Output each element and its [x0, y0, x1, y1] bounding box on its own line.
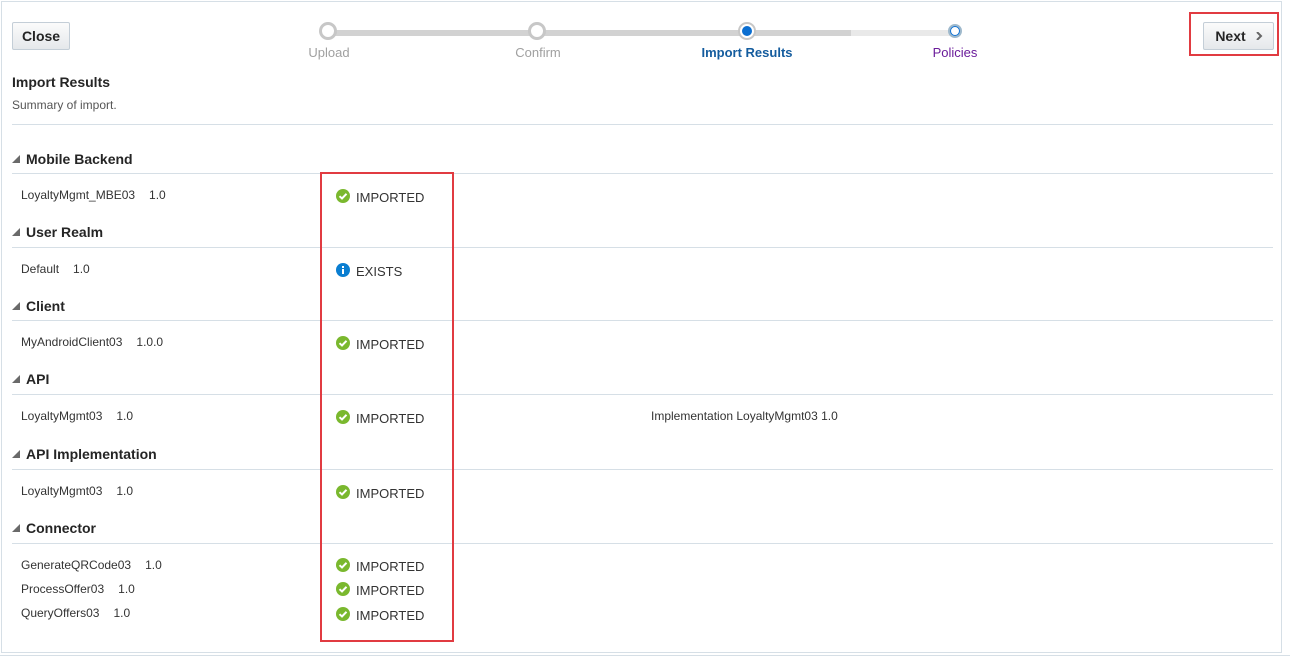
- next-button-label: Next: [1215, 28, 1246, 44]
- check-circle-icon: [336, 582, 350, 596]
- status-badge: IMPORTED: [336, 410, 424, 426]
- section-title: Mobile Backend: [26, 151, 133, 167]
- close-button[interactable]: Close: [12, 22, 70, 50]
- status-text: IMPORTED: [356, 190, 425, 205]
- status-text: IMPORTED: [356, 559, 425, 574]
- item-version: 1.0: [145, 558, 162, 572]
- status-text: IMPORTED: [356, 411, 425, 426]
- train-progress-track: [328, 30, 851, 36]
- section-client[interactable]: Client: [12, 298, 65, 314]
- page-subtitle: Summary of import.: [12, 98, 117, 112]
- collapse-triangle-icon[interactable]: [12, 375, 20, 383]
- item-name: QueryOffers03: [21, 606, 100, 620]
- list-item: LoyaltyMgmt_MBE03 1.0: [21, 188, 166, 202]
- collapse-triangle-icon[interactable]: [12, 524, 20, 532]
- section-title: Client: [26, 298, 65, 314]
- check-circle-icon: [336, 485, 350, 499]
- bottom-divider: [0, 655, 1290, 656]
- section-title: API Implementation: [26, 446, 157, 462]
- list-item: ProcessOffer03 1.0: [21, 582, 135, 596]
- item-name: MyAndroidClient03: [21, 335, 123, 349]
- item-version: 1.0: [73, 262, 90, 276]
- header-divider: [12, 124, 1273, 125]
- section-api[interactable]: API: [12, 371, 49, 387]
- item-version: 1.0: [116, 409, 134, 423]
- status-text: IMPORTED: [356, 337, 425, 352]
- info-icon: [336, 263, 350, 277]
- status-text: EXISTS: [356, 264, 403, 279]
- check-circle-icon: [336, 607, 350, 621]
- item-name: LoyaltyMgmt03: [21, 409, 103, 423]
- check-circle-icon: [336, 410, 350, 424]
- check-circle-icon: [336, 558, 350, 572]
- section-divider: [12, 469, 1273, 470]
- item-name: ProcessOffer03: [21, 582, 105, 596]
- status-badge: IMPORTED: [336, 336, 424, 352]
- section-connector[interactable]: Connector: [12, 520, 96, 536]
- section-divider: [12, 394, 1273, 395]
- list-item: LoyaltyMgmt03 1.0: [21, 484, 133, 498]
- train-label-import-results: Import Results: [701, 45, 793, 60]
- check-circle-icon: [336, 189, 350, 203]
- item-version: 1.0.0: [136, 335, 164, 349]
- list-item: LoyaltyMgmt03 1.0: [21, 409, 133, 423]
- status-text: IMPORTED: [356, 608, 425, 623]
- section-divider: [12, 543, 1273, 544]
- status-text: IMPORTED: [356, 486, 425, 501]
- chevron-right-icon: [1256, 32, 1263, 40]
- status-text: IMPORTED: [356, 583, 425, 598]
- section-title: Connector: [26, 520, 96, 536]
- train-label-policies[interactable]: Policies: [885, 45, 1025, 60]
- section-divider: [12, 247, 1273, 248]
- list-item: Default 1.0: [21, 262, 90, 276]
- train-stop-upload[interactable]: [319, 22, 337, 40]
- train-label-confirm[interactable]: Confirm: [468, 45, 608, 60]
- item-detail: Implementation LoyaltyMgmt03 1.0: [651, 409, 838, 423]
- section-title: API: [26, 371, 50, 387]
- collapse-triangle-icon[interactable]: [12, 302, 20, 310]
- train-stop-confirm[interactable]: [528, 22, 546, 40]
- status-badge: EXISTS: [336, 263, 402, 279]
- item-version: 1.0: [118, 582, 135, 596]
- status-badge: IMPORTED: [336, 189, 424, 205]
- section-user-realm[interactable]: User Realm: [12, 224, 103, 240]
- check-circle-icon: [336, 336, 350, 350]
- collapse-triangle-icon[interactable]: [12, 155, 20, 163]
- collapse-triangle-icon[interactable]: [12, 228, 20, 236]
- item-name: LoyaltyMgmt03: [21, 484, 103, 498]
- item-name: GenerateQRCode03: [21, 558, 132, 572]
- list-item: MyAndroidClient03 1.0.0: [21, 335, 163, 349]
- section-mobile-backend[interactable]: Mobile Backend: [12, 151, 133, 167]
- train-stop-import-results: [738, 22, 756, 40]
- next-button[interactable]: Next: [1203, 22, 1274, 50]
- page-title: Import Results: [12, 74, 111, 90]
- train-remaining-track: [851, 30, 955, 36]
- collapse-triangle-icon[interactable]: [12, 450, 20, 458]
- status-badge: IMPORTED: [336, 558, 424, 574]
- status-badge: IMPORTED: [336, 485, 424, 501]
- section-api-implementation[interactable]: API Implementation: [12, 446, 157, 462]
- list-item: GenerateQRCode03 1.0: [21, 558, 162, 572]
- section-divider: [12, 320, 1273, 321]
- status-badge: IMPORTED: [336, 607, 424, 623]
- import-wizard-panel: [1, 1, 1282, 653]
- section-divider: [12, 173, 1273, 174]
- section-title: User Realm: [26, 224, 104, 240]
- item-version: 1.0: [113, 606, 131, 620]
- item-name: Default: [21, 262, 60, 276]
- train-label-upload[interactable]: Upload: [259, 45, 399, 60]
- status-badge: IMPORTED: [336, 582, 424, 598]
- item-version: 1.0: [116, 484, 134, 498]
- item-name: LoyaltyMgmt_MBE03: [21, 188, 136, 202]
- train-stop-policies[interactable]: [948, 24, 962, 38]
- item-version: 1.0: [149, 188, 166, 202]
- list-item: QueryOffers03 1.0: [21, 606, 130, 620]
